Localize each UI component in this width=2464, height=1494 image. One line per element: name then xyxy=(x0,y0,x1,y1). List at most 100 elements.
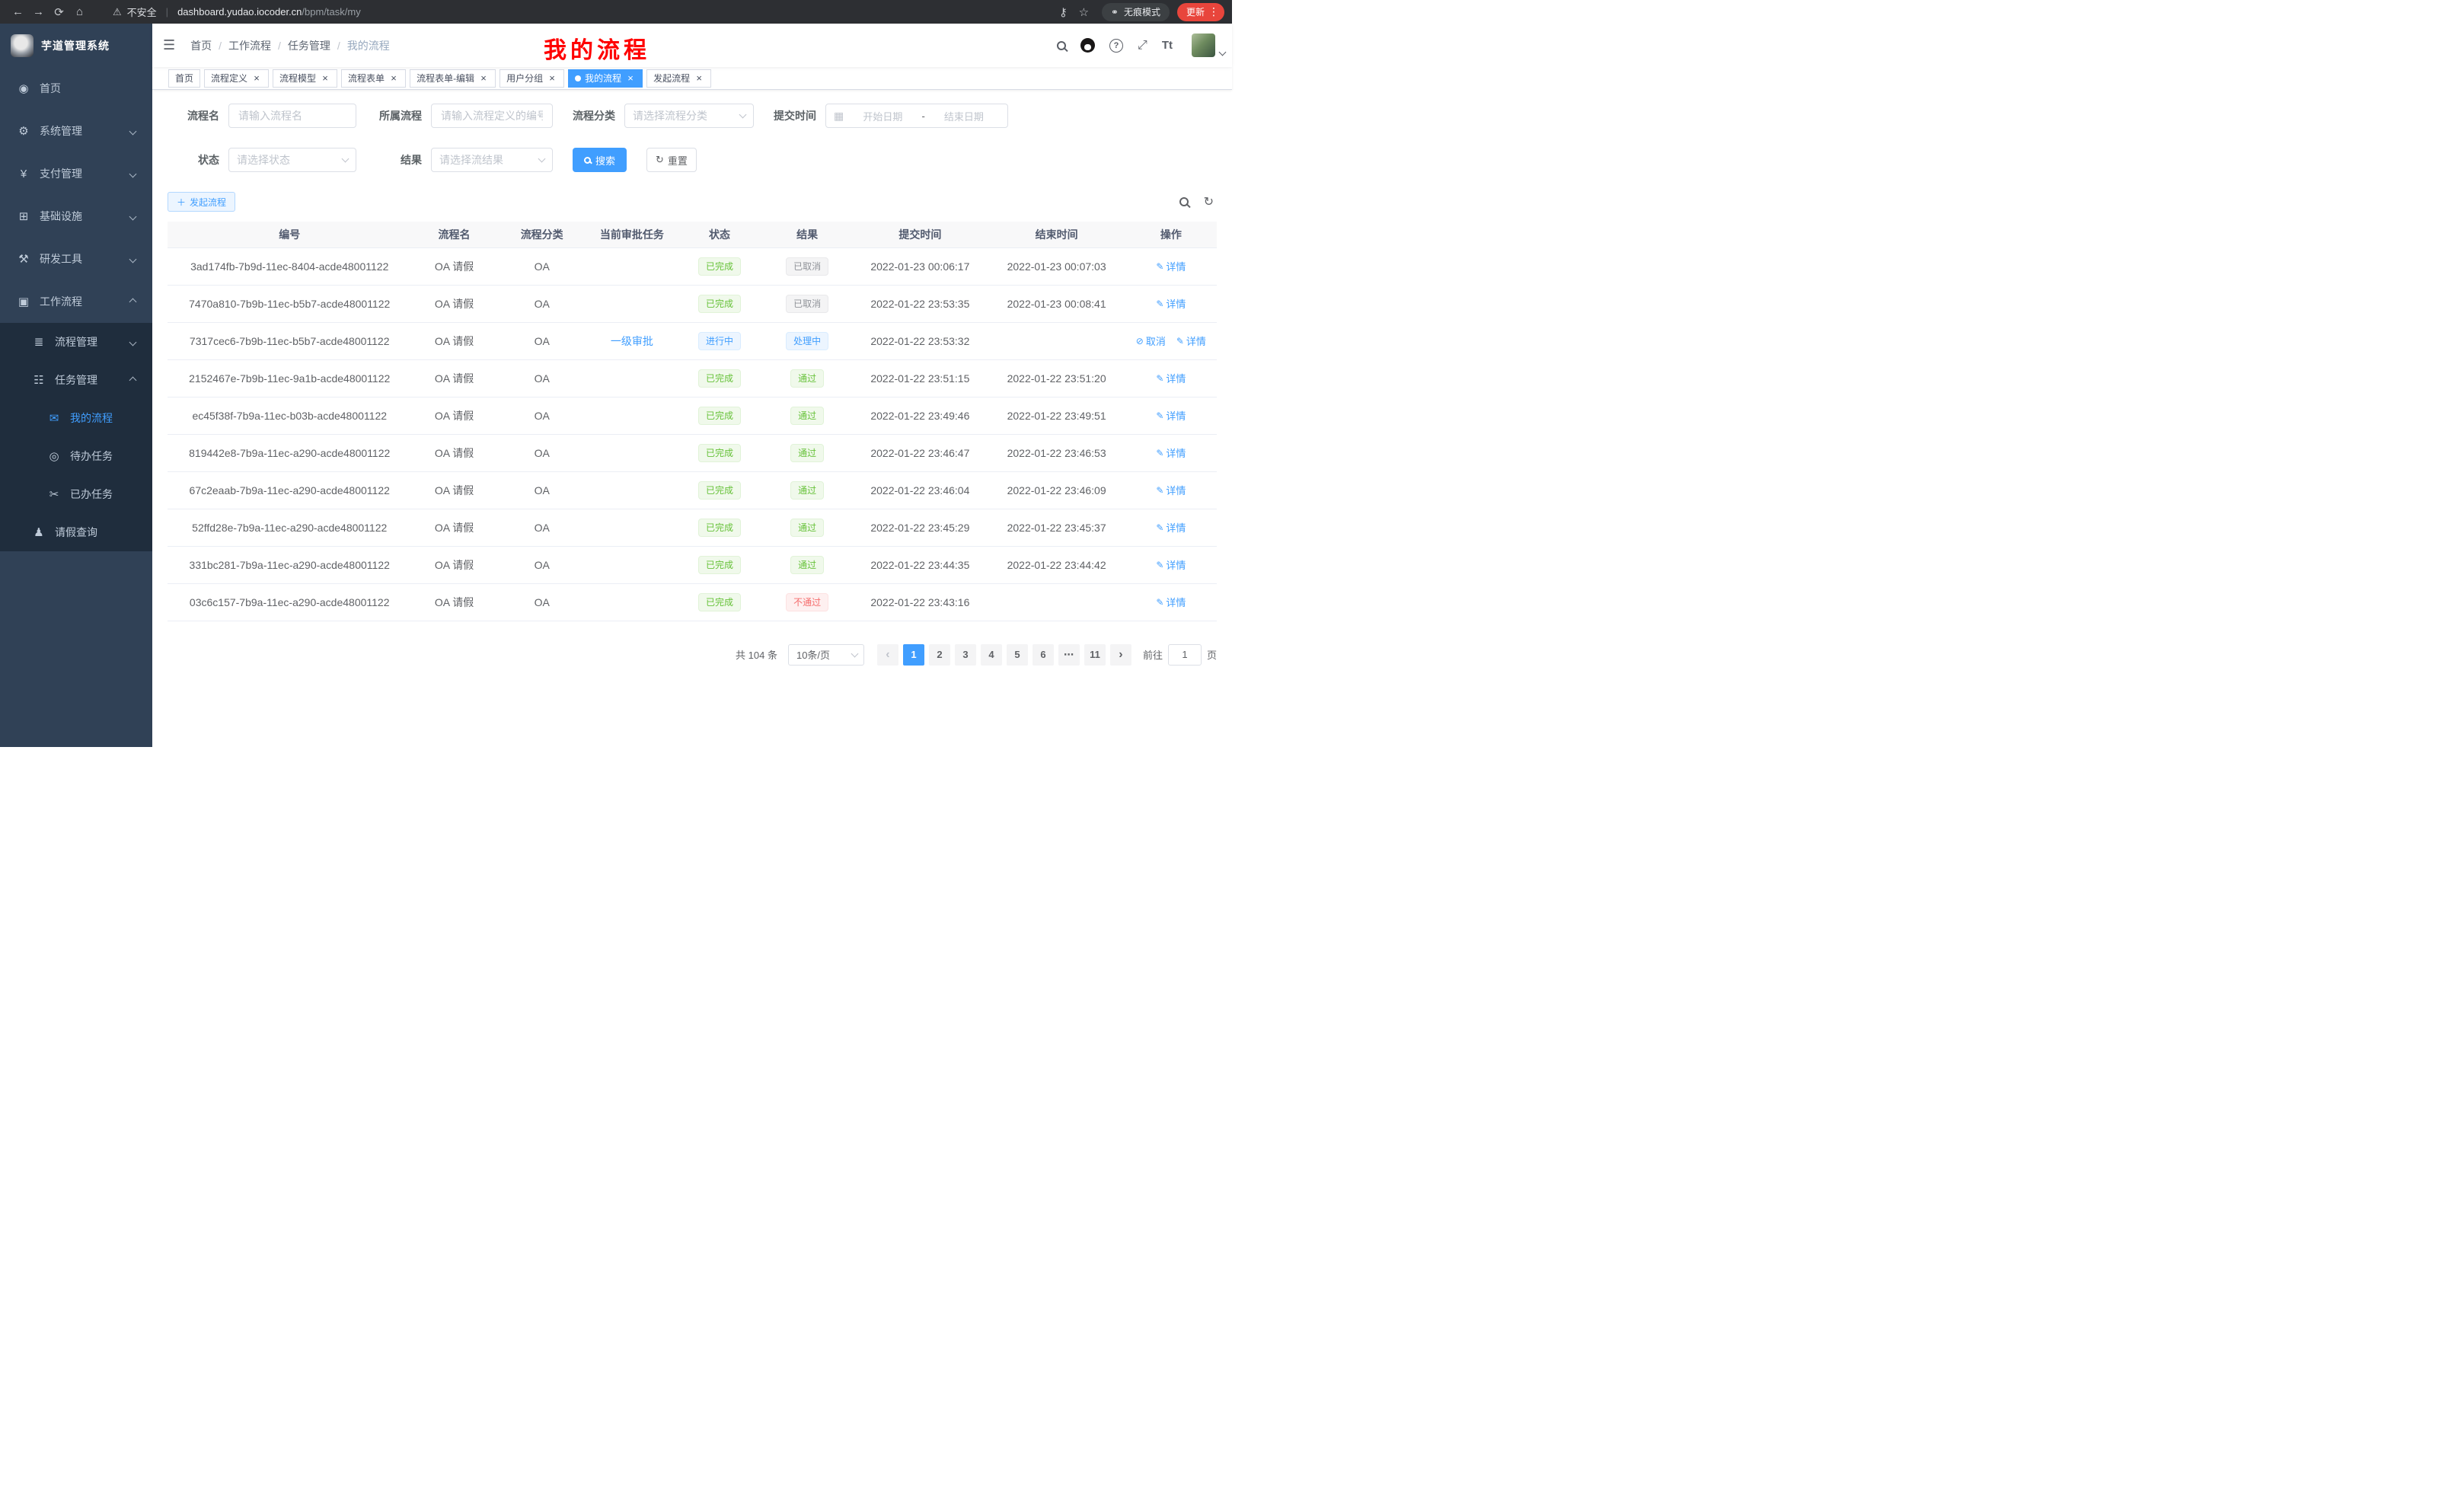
prev-page-button[interactable]: ‹ xyxy=(877,644,898,666)
process-definition-input[interactable] xyxy=(431,104,553,128)
sidebar-item-done-tasks[interactable]: ✂已办任务 xyxy=(0,475,152,513)
cell-result: 处理中 xyxy=(762,322,852,359)
close-icon[interactable]: × xyxy=(388,73,399,84)
tab-home[interactable]: 首页 xyxy=(168,69,200,88)
page-4-button[interactable]: 4 xyxy=(981,644,1002,666)
filter-form: 流程名 所属流程 流程分类 请选择流程分类 xyxy=(168,104,1217,172)
github-icon[interactable] xyxy=(1080,38,1095,53)
search-toggle-icon[interactable] xyxy=(1179,197,1189,206)
start-process-button[interactable]: ＋ 发起流程 xyxy=(168,192,235,212)
detail-link[interactable]: ✎详情 xyxy=(1156,371,1186,385)
next-page-button[interactable]: › xyxy=(1110,644,1131,666)
sidebar-item-my-process[interactable]: ✉我的流程 xyxy=(0,399,152,437)
page-3-button[interactable]: 3 xyxy=(955,644,976,666)
close-icon[interactable]: × xyxy=(478,73,489,84)
column-header: 状态 xyxy=(677,222,762,247)
success-tag: 通过 xyxy=(790,519,824,537)
tab-process-definition[interactable]: 流程定义× xyxy=(204,69,269,88)
sidebar-item-label: 基础设施 xyxy=(40,209,82,224)
detail-link[interactable]: ✎详情 xyxy=(1156,408,1186,423)
sidebar-item-todo-tasks[interactable]: ◎待办任务 xyxy=(0,437,152,475)
app-logo[interactable]: 芋道管理系统 xyxy=(0,24,152,67)
detail-link[interactable]: ✎详情 xyxy=(1156,445,1186,460)
detail-link[interactable]: ✎详情 xyxy=(1176,334,1206,348)
forward-icon[interactable]: → xyxy=(28,2,49,21)
sidebar-item-system-mgmt[interactable]: ⚙系统管理 xyxy=(0,110,152,152)
page-5-button[interactable]: 5 xyxy=(1007,644,1028,666)
current-task-link[interactable]: 一级审批 xyxy=(611,335,653,347)
sidebar-item-infrastructure[interactable]: ⊞基础设施 xyxy=(0,195,152,238)
breadcrumb-item[interactable]: 首页 xyxy=(190,38,212,53)
hamburger-icon[interactable]: ☰ xyxy=(163,37,175,53)
category-select[interactable]: 请选择流程分类 xyxy=(624,104,754,128)
detail-link[interactable]: ✎详情 xyxy=(1156,595,1186,609)
success-tag: 通过 xyxy=(790,444,824,462)
detail-link[interactable]: ✎详情 xyxy=(1156,483,1186,497)
breadcrumb-item[interactable]: 任务管理 xyxy=(288,38,330,53)
tab-start-process[interactable]: 发起流程× xyxy=(646,69,711,88)
update-button[interactable]: 更新 ⋮ xyxy=(1177,3,1224,21)
tab-my-process[interactable]: 我的流程× xyxy=(568,69,643,88)
submit-time-range-picker[interactable]: ▦ 开始日期 - 结束日期 xyxy=(825,104,1008,128)
goto-page-input[interactable] xyxy=(1168,644,1202,666)
reload-icon[interactable]: ⟳ xyxy=(49,2,69,21)
app-navbar: ☰ 首页 / 工作流程 / 任务管理 / 我的流程 ? ⤢ Tt xyxy=(152,24,1232,67)
close-icon[interactable]: × xyxy=(320,73,330,84)
result-select[interactable]: 请选择流结果 xyxy=(431,148,553,172)
home-icon[interactable]: ⌂ xyxy=(69,2,90,21)
column-header: 流程名 xyxy=(411,222,496,247)
reset-button[interactable]: ↻ 重置 xyxy=(646,148,697,172)
search-icon[interactable] xyxy=(1057,41,1066,50)
help-icon[interactable]: ? xyxy=(1109,39,1123,53)
process-name-input[interactable] xyxy=(228,104,356,128)
page-2-button[interactable]: 2 xyxy=(929,644,950,666)
font-size-icon[interactable]: Tt xyxy=(1162,39,1173,52)
table-row: ec45f38f-7b9a-11ec-b03b-acde48001122OA 请… xyxy=(168,397,1217,434)
page-1-button[interactable]: 1 xyxy=(903,644,924,666)
refresh-table-icon[interactable]: ↻ xyxy=(1204,194,1214,209)
tab-process-form[interactable]: 流程表单× xyxy=(341,69,406,88)
close-icon[interactable]: × xyxy=(251,73,262,84)
key-icon[interactable]: ⚷ xyxy=(1053,2,1074,21)
cancel-link[interactable]: ⊘取消 xyxy=(1136,334,1166,348)
status-select[interactable]: 请选择状态 xyxy=(228,148,356,172)
search-button[interactable]: 搜索 xyxy=(573,148,627,172)
url-text[interactable]: dashboard.yudao.iocoder.cn/bpm/task/my xyxy=(177,6,361,18)
chevron-up-icon xyxy=(129,298,137,305)
page-size-select[interactable]: 10条/页 xyxy=(788,644,864,666)
tab-process-form-edit[interactable]: 流程表单-编辑× xyxy=(410,69,496,88)
sidebar-item-workflow[interactable]: ▣工作流程 xyxy=(0,280,152,323)
column-header: 操作 xyxy=(1125,222,1217,247)
url-domain: dashboard.yudao.iocoder.cn xyxy=(177,6,302,18)
address-bar[interactable]: ⚠ 不安全 | dashboard.yudao.iocoder.cn/bpm/t… xyxy=(113,5,1044,19)
breadcrumb-item[interactable]: 工作流程 xyxy=(228,38,271,53)
page-11-button[interactable]: 11 xyxy=(1084,644,1106,666)
close-icon[interactable]: × xyxy=(547,73,557,84)
page-6-button[interactable]: 6 xyxy=(1033,644,1054,666)
detail-link[interactable]: ✎详情 xyxy=(1156,259,1186,273)
detail-link[interactable]: ✎详情 xyxy=(1156,520,1186,535)
security-label[interactable]: 不安全 xyxy=(127,5,157,19)
fullscreen-icon[interactable]: ⤢ xyxy=(1138,39,1147,53)
detail-icon: ✎ xyxy=(1156,560,1163,570)
sidebar-item-payment-mgmt[interactable]: ¥支付管理 xyxy=(0,152,152,195)
star-icon[interactable]: ☆ xyxy=(1074,2,1094,21)
success-tag: 已完成 xyxy=(698,369,741,388)
eye-icon: ◎ xyxy=(47,449,61,463)
tab-user-group[interactable]: 用户分组× xyxy=(500,69,564,88)
sidebar-item-dev-tools[interactable]: ⚒研发工具 xyxy=(0,238,152,280)
back-icon[interactable]: ← xyxy=(8,2,28,21)
close-icon[interactable]: × xyxy=(625,73,636,84)
sidebar-item-leave-query[interactable]: ♟请假查询 xyxy=(0,513,152,551)
sidebar-item-home[interactable]: ◉首页 xyxy=(0,67,152,110)
sidebar-item-process-mgmt[interactable]: ≣流程管理 xyxy=(0,323,152,361)
detail-link[interactable]: ✎详情 xyxy=(1156,296,1186,311)
detail-link[interactable]: ✎详情 xyxy=(1156,557,1186,572)
tab-process-model[interactable]: 流程模型× xyxy=(273,69,337,88)
avatar[interactable] xyxy=(1192,34,1215,57)
user-menu[interactable] xyxy=(1192,34,1215,57)
close-icon[interactable]: × xyxy=(694,73,704,84)
page-more-button[interactable]: ⋯ xyxy=(1058,644,1080,666)
menu-dots-icon[interactable]: ⋮ xyxy=(1208,5,1219,18)
sidebar-item-task-mgmt[interactable]: ☷任务管理 xyxy=(0,361,152,399)
